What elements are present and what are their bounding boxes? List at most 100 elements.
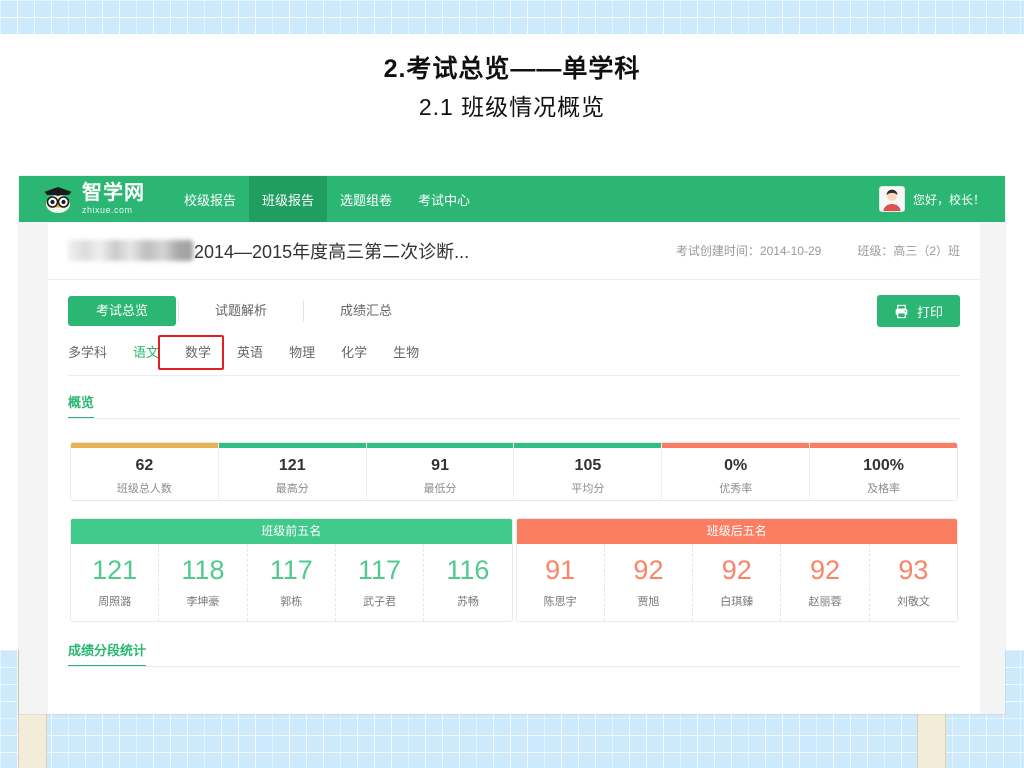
stat-value: 105 xyxy=(574,457,602,474)
rank-cell: 118 李坤豪 xyxy=(159,544,248,621)
stat-highest-score: 121 最高分 xyxy=(218,443,367,500)
tab-label: 考试总览 xyxy=(96,303,149,318)
main-tab-list: 考试总览 试题解析 成绩汇总 xyxy=(68,296,426,326)
rank-score: 92 xyxy=(633,554,664,585)
exam-title: 2014—2015年度高三第二次诊断... xyxy=(194,241,470,262)
rank-cell: 117 郭栋 xyxy=(248,544,336,621)
rank-name: 贾旭 xyxy=(637,595,660,608)
top-five-body: 121 周照潞 118 李坤豪 117 郭栋 117 武子君 116 苏畅 xyxy=(71,544,512,621)
nav-item-paper-builder[interactable]: 选题组卷 xyxy=(327,176,405,222)
subject-tab-chinese[interactable]: 语文 xyxy=(133,342,159,361)
rank-score: 93 xyxy=(898,554,929,585)
rank-name: 郭栋 xyxy=(280,595,303,608)
print-label: 打印 xyxy=(916,304,943,320)
tab-label: 成绩汇总 xyxy=(340,303,393,318)
tab-separator xyxy=(303,300,305,322)
stat-label: 班级总人数 xyxy=(116,483,172,495)
rank-name: 苏畅 xyxy=(456,595,479,608)
rank-name: 赵丽蓉 xyxy=(808,595,842,608)
brand-logo[interactable]: 智学网 zhixue.com xyxy=(41,183,145,215)
nav-item-label: 班级报告 xyxy=(262,192,315,208)
rank-name: 李坤豪 xyxy=(186,595,220,608)
owl-logo-icon xyxy=(41,185,75,213)
stat-label: 最高分 xyxy=(275,483,309,495)
bottom-five-body: 91 陈思宇 92 贾旭 92 白琪臻 92 赵丽蓉 93 刘敬文 xyxy=(517,544,958,621)
rank-cell: 92 白琪臻 xyxy=(693,544,782,621)
stat-pass-rate: 100% 及格率 xyxy=(810,443,957,500)
rank-score: 116 xyxy=(446,554,490,585)
subject-tab-chemistry[interactable]: 化学 xyxy=(341,342,367,361)
stat-bar xyxy=(71,443,218,448)
tab-label: 试题解析 xyxy=(215,303,268,318)
rank-name: 白琪臻 xyxy=(720,595,754,608)
nav-item-label: 校级报告 xyxy=(184,192,237,208)
tab-exam-overview[interactable]: 考试总览 xyxy=(68,296,177,326)
exam-header: 2014—2015年度高三第二次诊断... 考试创建时间：2014-10-29 … xyxy=(48,222,980,280)
page-title: 2.考试总览——单学科 xyxy=(383,55,641,83)
stat-value: 100% xyxy=(863,457,905,474)
printer-icon xyxy=(894,304,909,319)
page-content-card: 2014—2015年度高三第二次诊断... 考试创建时间：2014-10-29 … xyxy=(48,222,980,714)
bottom-five-header: 班级后五名 xyxy=(516,519,957,544)
stat-value: 91 xyxy=(431,457,449,474)
stat-lowest-score: 91 最低分 xyxy=(366,443,515,500)
subject-tab-english[interactable]: 英语 xyxy=(237,342,263,361)
grid-paper-top xyxy=(0,0,1024,34)
stat-bar xyxy=(810,443,957,448)
print-button[interactable]: 打印 xyxy=(876,295,960,327)
nav-item-class-report[interactable]: 班级报告 xyxy=(249,176,328,222)
stat-excellent-rate: 0% 优秀率 xyxy=(662,443,811,500)
rank-score: 121 xyxy=(92,554,138,585)
main-tab-row: 考试总览 试题解析 成绩汇总 打印 xyxy=(48,280,980,342)
rank-cell: 116 苏畅 xyxy=(424,544,511,621)
top-five-header: 班级前五名 xyxy=(71,519,512,544)
subject-tab-biology[interactable]: 生物 xyxy=(393,342,419,361)
redacted-school-name xyxy=(68,240,193,261)
tab-separator xyxy=(178,300,180,322)
top-five-block: 班级前五名 121 周照潞 118 李坤豪 117 郭栋 117 武子君 116… xyxy=(70,518,513,622)
rank-name: 周照潞 xyxy=(98,595,132,608)
stat-label: 及格率 xyxy=(867,483,901,495)
stat-total-students: 62 班级总人数 xyxy=(71,443,219,500)
rank-name: 武子君 xyxy=(363,595,397,608)
stat-bar xyxy=(366,443,514,448)
exam-created-time: 考试创建时间：2014-10-29 xyxy=(675,244,822,258)
rank-cell: 92 贾旭 xyxy=(605,544,694,621)
overview-underline-rule xyxy=(68,418,960,419)
rank-score: 117 xyxy=(358,554,402,585)
tab-question-analysis[interactable]: 试题解析 xyxy=(181,296,301,326)
distribution-underline-rule xyxy=(68,666,960,667)
distribution-section-header: 成绩分段统计 xyxy=(48,622,980,667)
app-screenshot: 智学网 zhixue.com 校级报告 班级报告 选题组卷 考试中心 您好，校长… xyxy=(19,176,1005,714)
stat-value: 0% xyxy=(724,457,748,474)
page-subtitle: 2.1 班级情况概览 xyxy=(418,94,606,120)
subject-tab-multi[interactable]: 多学科 xyxy=(68,342,107,361)
subject-tab-row: 多学科 语文 数学 英语 物理 化学 生物 xyxy=(48,335,980,375)
rank-section: 班级前五名 121 周照潞 118 李坤豪 117 郭栋 117 武子君 116… xyxy=(70,518,958,622)
rank-cell: 91 陈思宇 xyxy=(517,544,605,621)
rank-score: 117 xyxy=(269,554,313,585)
overview-section-header: 概览 xyxy=(48,376,980,419)
logo-name: 智学网 xyxy=(82,182,145,204)
rank-name: 陈思宇 xyxy=(543,595,577,608)
nav-item-exam-center[interactable]: 考试中心 xyxy=(405,176,483,222)
rank-score: 91 xyxy=(545,554,576,585)
stats-row: 62 班级总人数 121 最高分 91 最低分 105 平均分 0% 优秀率 1… xyxy=(70,442,958,501)
rank-name: 刘敬文 xyxy=(896,595,930,608)
nav-item-label: 选题组卷 xyxy=(340,192,393,208)
section-title-distribution: 成绩分段统计 xyxy=(68,640,147,667)
exam-title-wrap: 2014—2015年度高三第二次诊断... xyxy=(68,238,640,264)
subject-tab-math[interactable]: 数学 xyxy=(185,342,211,361)
nav-item-school-report[interactable]: 校级报告 xyxy=(171,176,249,222)
exam-class: 班级：高三（2）班 xyxy=(857,244,960,258)
rank-score: 92 xyxy=(810,554,841,585)
avatar xyxy=(878,186,905,212)
stat-bar xyxy=(662,443,810,448)
stat-bar xyxy=(514,443,662,448)
nav-item-label: 考试中心 xyxy=(418,192,471,208)
user-menu[interactable]: 您好，校长！ xyxy=(878,186,985,212)
rank-cell: 121 周照潞 xyxy=(71,544,160,621)
stat-value: 62 xyxy=(135,457,154,474)
tab-score-summary[interactable]: 成绩汇总 xyxy=(306,296,426,326)
subject-tab-physics[interactable]: 物理 xyxy=(289,342,315,361)
